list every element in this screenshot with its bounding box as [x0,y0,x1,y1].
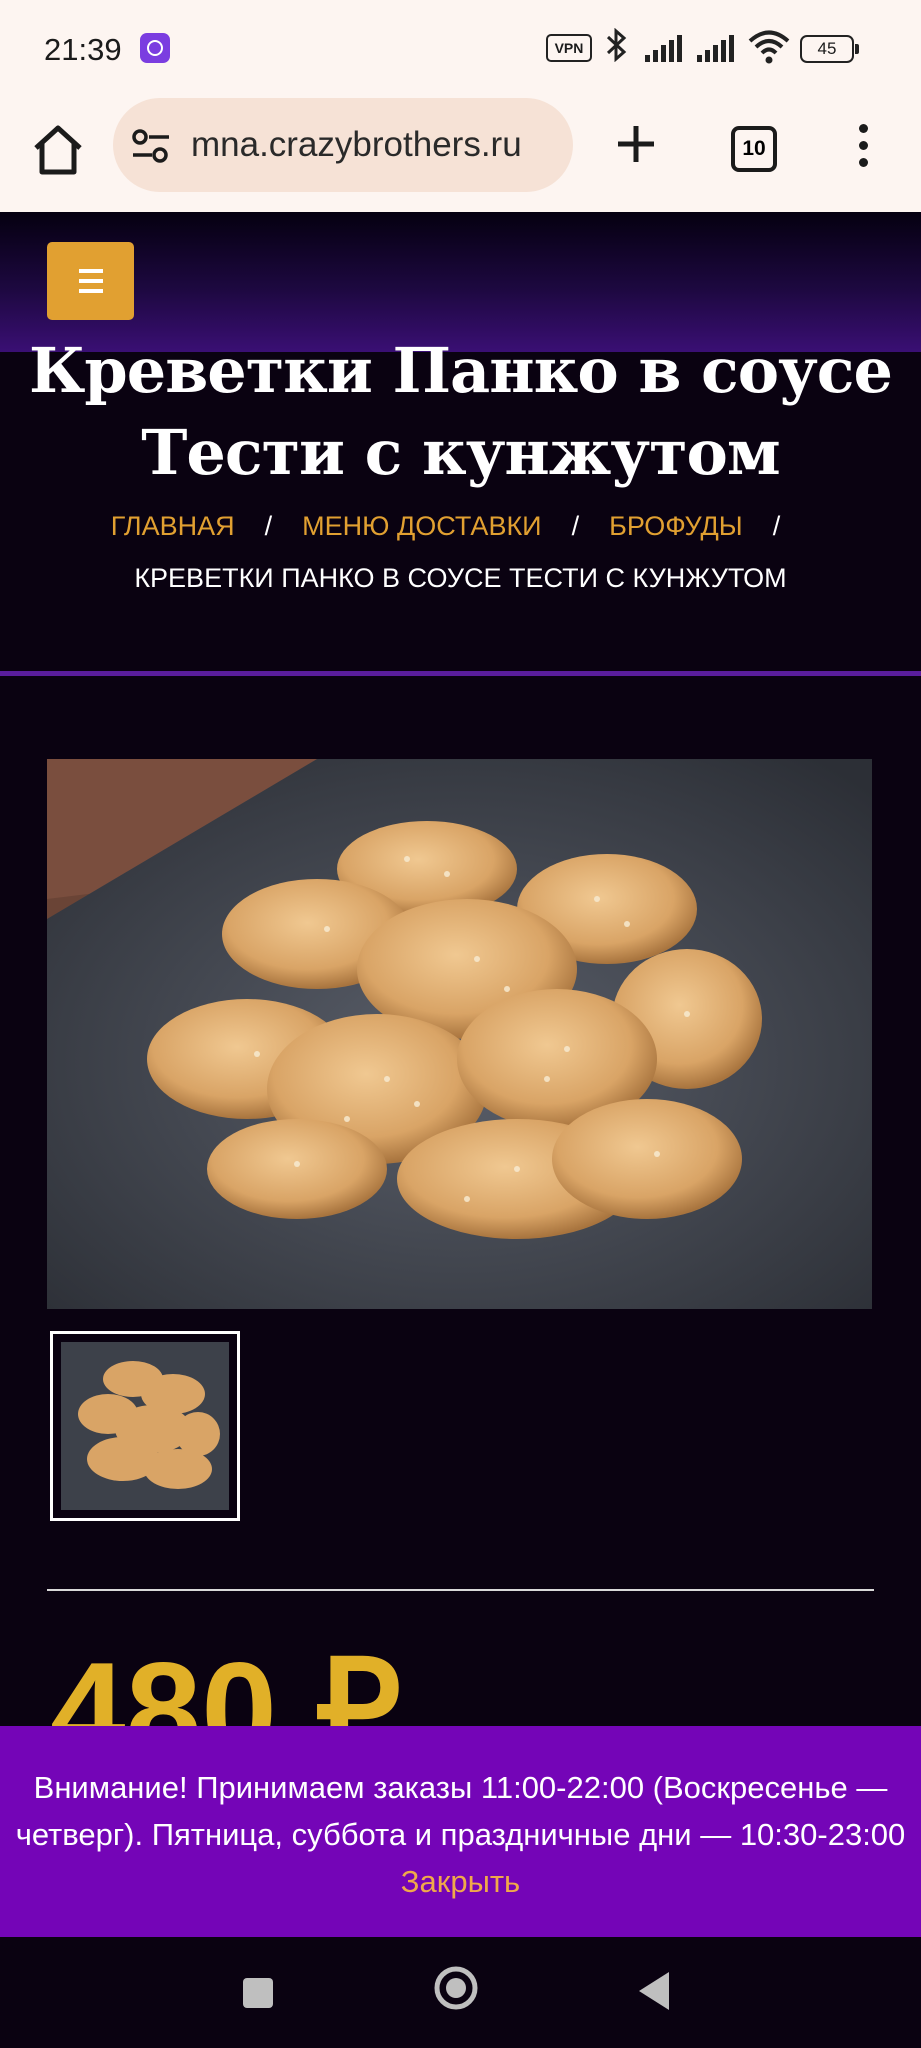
breadcrumb-separator: / [264,511,273,541]
product-image[interactable] [47,759,872,1309]
system-nav-bar [0,1937,921,2048]
breadcrumb-separator: / [571,511,580,541]
recents-icon[interactable] [243,1978,273,2008]
page-title-line: Креветки Панко в соусе [29,334,893,407]
status-bar: 21:39 VPN 45 [0,0,921,98]
content-divider [47,1589,874,1591]
signal-icon [697,35,737,62]
page-title: Креветки Панко в соусе Тести с кунжутом [0,330,921,494]
address-bar[interactable]: mna.crazybrothers.ru [113,98,573,192]
signal-icon [645,35,685,62]
page-title-line: Тести с кунжутом [141,416,780,489]
app-badge-icon [140,33,170,63]
breadcrumb-current: КРЕВЕТКИ ПАНКО В СОУСЕ ТЕСТИ С КУНЖУТОМ [134,563,787,593]
product-thumbnail[interactable] [50,1331,240,1521]
breadcrumb-separator: / [772,511,781,541]
notice-close-link[interactable]: Закрыть [401,1864,520,1899]
status-time: 21:39 [44,32,122,67]
breadcrumb-delivery-menu-link[interactable]: МЕНЮ ДОСТАВКИ [302,511,541,541]
new-tab-icon[interactable] [612,120,660,168]
tabs-icon[interactable]: 10 [731,126,777,172]
vpn-icon: VPN [546,34,592,62]
back-icon[interactable] [637,1970,671,2012]
browser-toolbar: mna.crazybrothers.ru 10 [0,98,921,212]
battery-icon: 45 [800,35,859,63]
section-divider [0,671,921,676]
breadcrumb-brofoods-link[interactable]: БРОФУДЫ [609,511,743,541]
site-settings-icon[interactable] [131,128,171,164]
notice-banner: Внимание! Принимаем заказы 11:00-22:00 (… [0,1726,921,1937]
breadcrumb-home-link[interactable]: ГЛАВНАЯ [111,511,235,541]
more-menu-icon[interactable] [856,124,870,168]
home-icon[interactable] [433,1965,479,2011]
url-text: mna.crazybrothers.ru [191,125,522,164]
home-icon[interactable] [28,120,88,180]
wifi-icon [748,30,790,64]
breadcrumb: ГЛАВНАЯ / МЕНЮ ДОСТАВКИ / БРОФУДЫ / КРЕВЕТКИ … [0,500,921,604]
notice-text: Внимание! Принимаем заказы 11:00-22:00 (… [15,1770,906,1852]
bluetooth-icon [602,27,630,70]
hamburger-menu-button[interactable] [47,242,134,320]
